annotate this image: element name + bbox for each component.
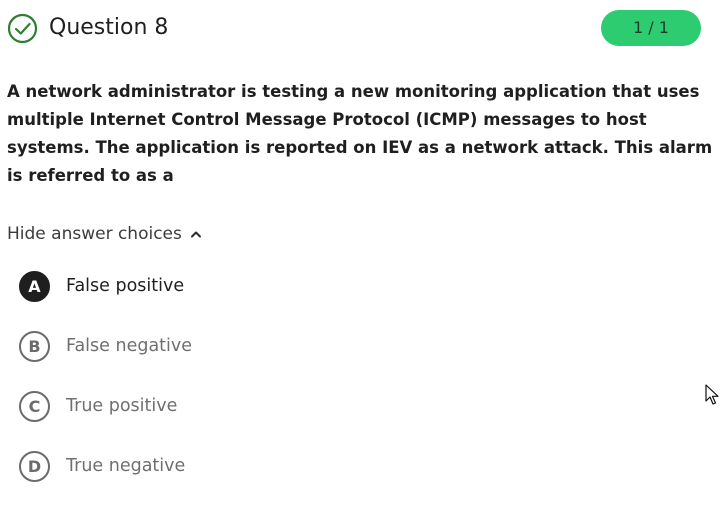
- toggle-label: Hide answer choices: [7, 224, 182, 244]
- answer-choice-d[interactable]: D True negative: [19, 448, 679, 484]
- question-text: A network administrator is testing a new…: [7, 82, 713, 185]
- choice-label: True positive: [66, 396, 178, 416]
- hide-answer-choices-toggle[interactable]: Hide answer choices: [7, 220, 204, 248]
- choice-label: True negative: [66, 456, 186, 476]
- answer-choice-c[interactable]: C True positive: [19, 388, 679, 424]
- question-header: Question 8 1 / 1: [0, 0, 721, 58]
- choice-letter-badge: C: [19, 390, 50, 422]
- check-circle-icon: [7, 13, 38, 44]
- question-title: Question 8: [49, 15, 169, 40]
- answer-choices-list: A False positive B False negative C True…: [19, 268, 679, 508]
- mouse-cursor-icon: [705, 384, 719, 405]
- answer-choice-b[interactable]: B False negative: [19, 328, 679, 364]
- score-badge: 1 / 1: [601, 10, 701, 46]
- chevron-up-icon: [190, 231, 201, 238]
- choice-letter-badge: D: [19, 450, 50, 482]
- choice-label: False positive: [66, 276, 185, 296]
- choice-label: False negative: [66, 336, 193, 356]
- answer-choice-a[interactable]: A False positive: [19, 268, 679, 304]
- choice-letter-badge: B: [19, 330, 50, 362]
- choice-letter-badge: A: [19, 270, 50, 302]
